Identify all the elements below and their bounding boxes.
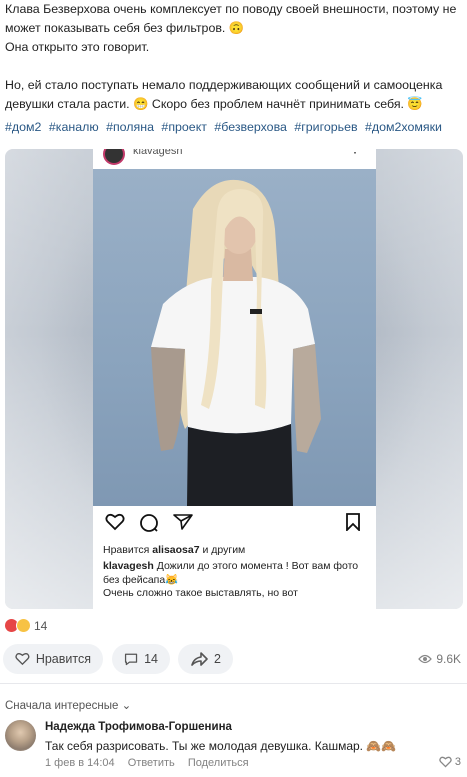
send-icon <box>173 514 193 530</box>
hashtag-link[interactable]: #григорьев <box>294 120 357 134</box>
instagram-username: klavagesh <box>133 149 183 157</box>
hashtag-link[interactable]: #каналю <box>49 120 99 134</box>
like-button[interactable]: Нравится <box>3 644 103 674</box>
likes-user: alisaosa7 <box>152 544 200 556</box>
shares-count: 2 <box>214 652 221 666</box>
caption-user: klavagesh <box>103 560 154 572</box>
comment-author[interactable]: Надежда Трофимова-Горшенина <box>45 721 232 733</box>
reactions-count: 14 <box>34 618 48 633</box>
reply-link[interactable]: Ответить <box>128 757 175 769</box>
share-button[interactable]: 2 <box>178 644 233 674</box>
comment-text: Так себя разрисовать. Ты же молодая деву… <box>45 739 397 753</box>
hashtag-link[interactable]: #безверхова <box>214 120 287 134</box>
eye-icon <box>418 654 433 664</box>
like-label: Нравится <box>35 652 91 666</box>
avatar[interactable] <box>5 720 36 751</box>
instagram-avatar <box>103 149 125 165</box>
instagram-actions <box>93 511 376 537</box>
instagram-likes: Нравится alisaosa7 и другим <box>103 544 245 556</box>
divider <box>0 683 467 684</box>
views-count: 9.6K <box>436 652 461 666</box>
share-link[interactable]: Поделиться <box>188 757 249 769</box>
chevron-down-icon: ⌄ <box>121 700 132 712</box>
post-paragraph-2: Она открыто это говорит. <box>5 40 150 54</box>
reactions-summary[interactable]: 14 <box>5 618 47 633</box>
post-text: Клава Безверхова очень комплексует по по… <box>5 0 460 114</box>
instagram-caption: klavagesh Дожили до этого момента ! Вот … <box>103 560 365 601</box>
comment-meta: 1 фев в 14:04 Ответить Поделиться <box>45 757 259 769</box>
comment-date[interactable]: 1 фев в 14:04 <box>45 757 115 769</box>
heart-icon <box>15 652 30 666</box>
comments-count: 14 <box>144 652 158 666</box>
sort-label: Сначала интересные <box>5 700 119 712</box>
instagram-header: klavagesh ⋮ <box>93 149 376 169</box>
comment-icon <box>124 653 138 666</box>
post-actions: Нравится 14 2 9.6K <box>3 644 465 674</box>
caption-more: Очень сложно такое выставлять, но вот <box>103 587 298 599</box>
comment-icon <box>140 514 158 532</box>
post-photo[interactable]: klavagesh ⋮ <box>5 149 463 609</box>
comment-button[interactable]: 14 <box>112 644 170 674</box>
portrait-photo <box>93 169 376 506</box>
post-paragraph-3: Но, ей стало поступать немало поддержива… <box>5 78 443 111</box>
comments-sort-dropdown[interactable]: Сначала интересные ⌄ <box>5 698 131 712</box>
instagram-screenshot: klavagesh ⋮ <box>93 149 376 609</box>
hashtag-link[interactable]: #поляна <box>106 120 154 134</box>
heart-icon <box>105 513 125 531</box>
hashtag-link[interactable]: #дом2 <box>5 120 41 134</box>
hashtag-link[interactable]: #проект <box>161 120 207 134</box>
share-arrow-icon <box>191 652 208 666</box>
hashtags: #дом2 #каналю #поляна #проект #безверхов… <box>5 120 446 134</box>
likes-prefix: Нравится <box>103 544 150 556</box>
heart-icon <box>439 756 452 768</box>
comment-like-count: 3 <box>454 756 461 768</box>
more-dots-icon: ⋮ <box>348 149 362 156</box>
comment-like-button[interactable]: 3 <box>439 756 461 768</box>
hashtag-link[interactable]: #дом2хомяки <box>365 120 442 134</box>
bookmark-icon <box>346 513 360 531</box>
post-paragraph-1: Клава Безверхова очень комплексует по по… <box>5 2 457 35</box>
likes-suffix: и другим <box>202 544 246 556</box>
laugh-reaction-icon <box>16 618 31 633</box>
views-counter: 9.6K <box>418 652 461 666</box>
